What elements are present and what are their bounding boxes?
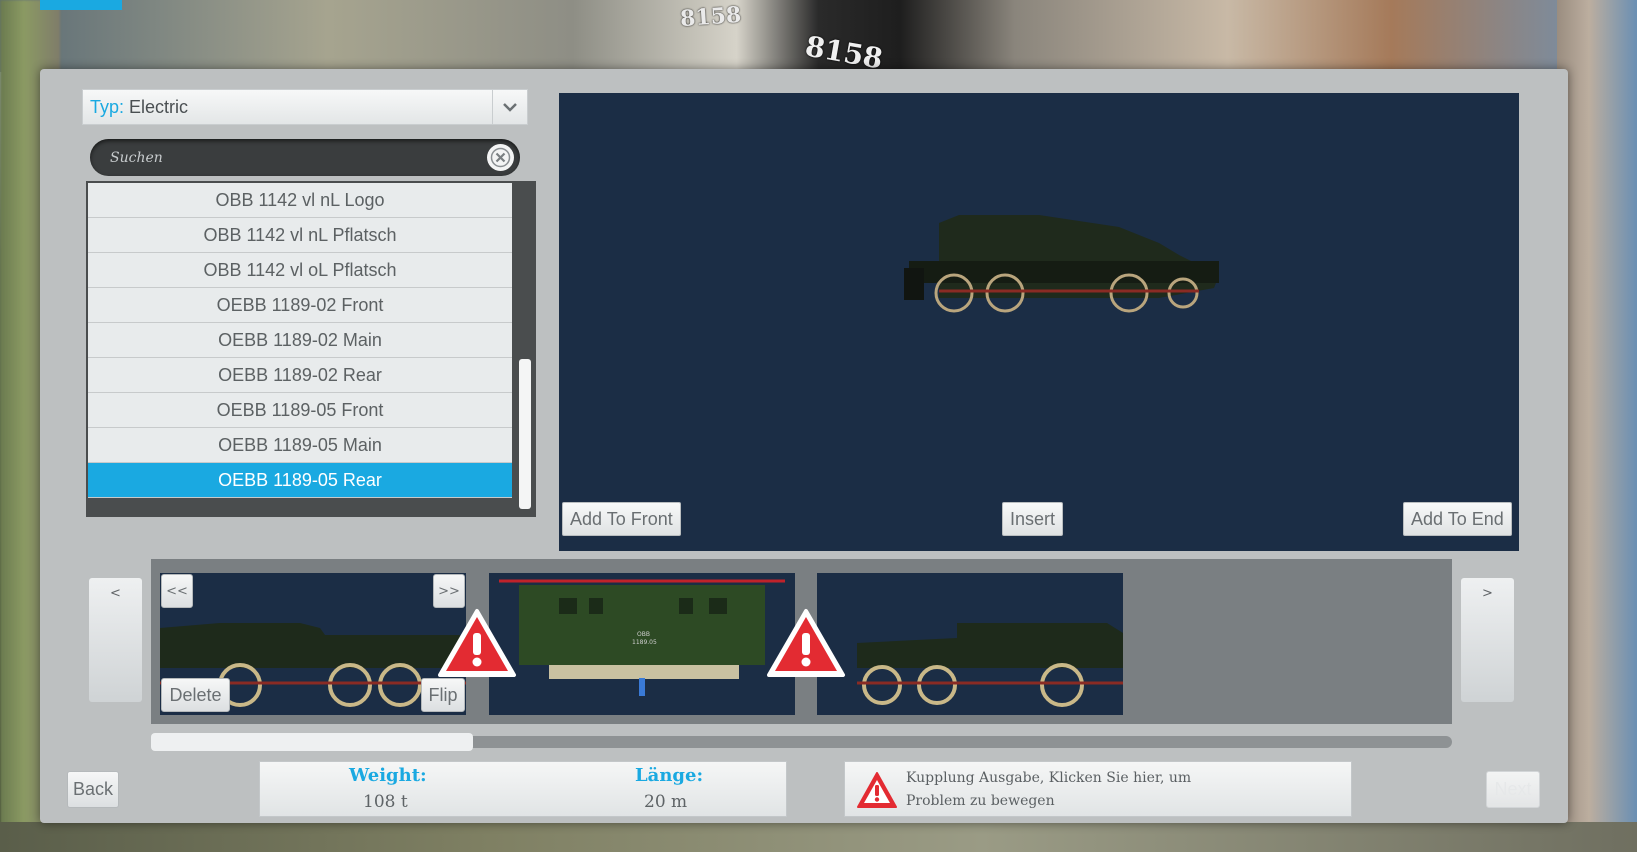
type-value: Electric [129,97,189,117]
type-key: Typ: [90,97,125,117]
locomotive-preview: Add To Front Insert Add To End [559,93,1519,551]
background-bottom [0,822,1637,852]
weight-label: Weight: [349,765,427,786]
list-item[interactable]: OEBB 1189-02 Main [88,323,512,358]
back-button[interactable]: Back [67,771,119,808]
add-to-end-button[interactable]: Add To End [1403,502,1512,536]
length-value: 20 m [644,792,688,812]
coupling-warning-icon[interactable] [436,607,518,683]
list-item[interactable]: OEBB 1189-02 Front [88,288,512,323]
car-number-label: OBB [637,631,650,638]
warning-text-line-1: Kupplung Ausgabe, Klicken Sie hier, um [906,770,1192,786]
consist-next-button[interactable]: > [1461,578,1514,702]
delete-button[interactable]: Delete [161,678,230,712]
list-items: OBB 1142 vl nL Logo OBB 1142 vl nL Pflat… [88,183,512,498]
warning-icon [855,770,899,814]
rolling-stock-list: OBB 1142 vl nL Logo OBB 1142 vl nL Pflat… [86,181,536,517]
warning-text-line-2: Problem zu bewegen [906,793,1055,809]
add-to-front-button[interactable]: Add To Front [562,502,681,536]
consist-scrollbar-thumb[interactable] [151,733,473,751]
list-item-selected[interactable]: OEBB 1189-05 Rear [88,463,512,498]
coupling-warning-icon[interactable] [765,607,847,683]
list-scrollbar[interactable] [519,189,531,509]
search-bar [90,139,520,176]
car-sub-label: 1189.05 [632,639,657,646]
coupling-warning-message[interactable]: Kupplung Ausgabe, Klicken Sie hier, um P… [844,761,1352,817]
consist-car-2[interactable]: OBB 1189.05 [489,573,795,715]
list-item[interactable]: OEBB 1189-02 Rear [88,358,512,393]
chevron-down-icon[interactable] [492,90,527,124]
list-item[interactable]: OEBB 1189-05 Main [88,428,512,463]
top-menu-button[interactable] [40,0,122,10]
clear-search-icon[interactable] [487,144,514,171]
consist-prev-button[interactable]: < [89,578,142,702]
next-button[interactable]: Next [1486,771,1540,808]
type-dropdown[interactable]: Typ: Electric [82,89,528,125]
list-item[interactable]: OBB 1142 vl nL Logo [88,183,512,218]
weight-value: 108 t [363,792,408,812]
train-stats: Weight: 108 t Länge: 20 m [259,761,787,817]
car-3-image [857,623,1123,707]
flip-button[interactable]: Flip [421,678,465,712]
consist-scrollbar[interactable] [151,733,1452,751]
insert-button[interactable]: Insert [1002,502,1064,536]
search-input[interactable] [108,147,472,169]
type-dropdown-label: Typ: Electric [90,97,188,118]
length-label: Länge: [635,765,704,786]
consist-car-3[interactable] [817,573,1123,715]
move-right-button[interactable]: >> [433,574,465,608]
locomotive-number-decal: 8158 [679,1,743,33]
locomotive-model-image [904,215,1219,313]
list-item[interactable]: OBB 1142 vl nL Pflatsch [88,218,512,253]
list-scrollbar-thumb[interactable] [519,359,531,509]
warning-text: Kupplung Ausgabe, Klicken Sie hier, um P… [906,767,1346,813]
list-item[interactable]: OBB 1142 vl oL Pflatsch [88,253,512,288]
move-left-button[interactable]: << [161,574,193,608]
background-right [1557,0,1637,852]
list-item[interactable]: OEBB 1189-05 Front [88,393,512,428]
